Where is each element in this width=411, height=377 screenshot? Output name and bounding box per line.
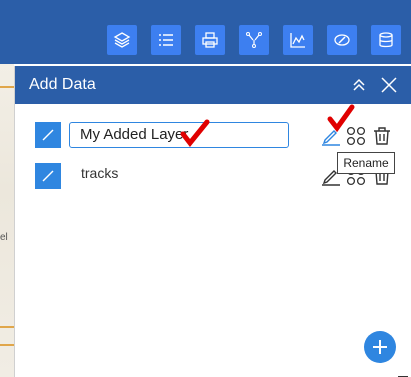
layer-type-icon xyxy=(35,163,61,189)
layer-type-icon xyxy=(35,122,61,148)
print-button[interactable] xyxy=(195,25,225,55)
database-icon xyxy=(379,32,393,48)
list-icon xyxy=(159,34,173,46)
print-icon xyxy=(202,32,218,48)
map-label: el xyxy=(0,232,8,243)
layers-icon xyxy=(113,32,131,48)
add-layer-button[interactable] xyxy=(364,331,396,363)
panel-title: Add Data xyxy=(29,76,96,93)
map-road xyxy=(0,344,14,346)
network-button[interactable] xyxy=(239,25,269,55)
layer-name: tracks xyxy=(81,165,119,181)
annotation-checkmark xyxy=(180,119,210,147)
add-data-panel: Add Data My Added Layer tracks Rename xyxy=(14,66,411,377)
rename-pencil-icon[interactable] xyxy=(321,126,341,146)
map-road xyxy=(0,326,14,328)
layer-name-input[interactable]: My Added Layer xyxy=(69,122,289,148)
rename-tooltip: Rename xyxy=(337,152,395,174)
collapse-icon[interactable] xyxy=(349,75,369,95)
panel-header: Add Data xyxy=(15,66,411,104)
chart-icon xyxy=(290,33,305,48)
network-icon xyxy=(246,32,262,48)
chart-button[interactable] xyxy=(283,25,313,55)
close-icon[interactable] xyxy=(379,75,399,95)
app-toolbar xyxy=(0,0,411,64)
layers-button[interactable] xyxy=(107,25,137,55)
plus-icon xyxy=(373,340,387,354)
edit-shape-button[interactable] xyxy=(327,25,357,55)
map-road xyxy=(0,86,14,88)
symbology-icon[interactable] xyxy=(346,126,366,146)
line-icon xyxy=(42,170,54,182)
map-background[interactable]: el xyxy=(0,64,14,377)
database-button[interactable] xyxy=(371,25,401,55)
layer-list-button[interactable] xyxy=(151,25,181,55)
line-icon xyxy=(42,129,54,141)
edit-shape-icon xyxy=(334,34,350,46)
trash-icon[interactable] xyxy=(372,126,392,146)
